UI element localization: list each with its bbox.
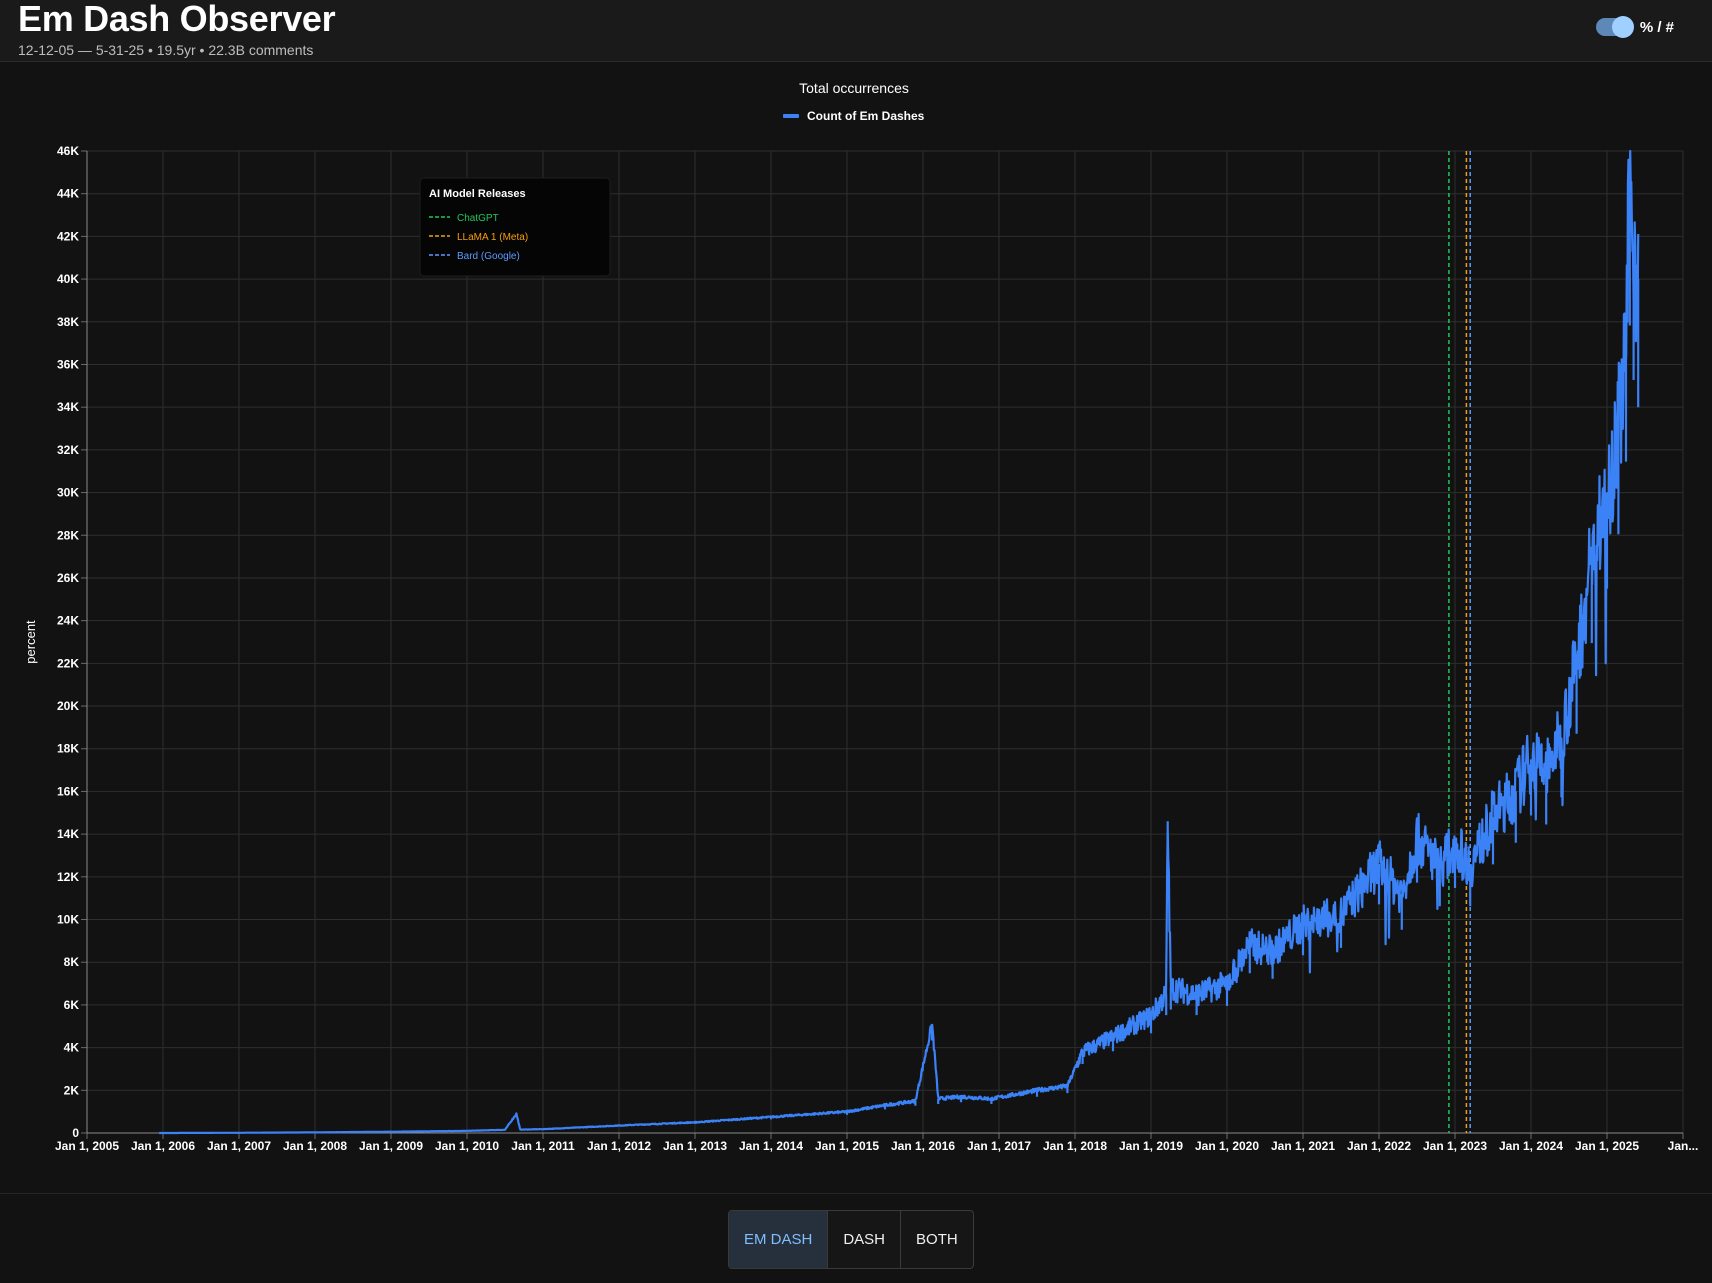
y-tick-label: 8K [64, 955, 80, 969]
x-tick-label: Jan 1, 2012 [587, 1139, 651, 1153]
percent-count-toggle[interactable] [1595, 16, 1634, 38]
y-tick-label: 10K [57, 913, 79, 927]
y-tick-label: 28K [57, 528, 79, 542]
release-legend-title: AI Model Releases [429, 188, 526, 200]
legend-label-count-of-em-dashes: Count of Em Dashes [807, 109, 925, 123]
x-tick-label: Jan 1, 2019 [1119, 1139, 1183, 1153]
y-tick-label: 16K [57, 784, 79, 798]
x-tick-label: Jan 1, 2023 [1423, 1139, 1487, 1153]
x-tick-label: Jan 1, 2013 [663, 1139, 727, 1153]
y-tick-label: 30K [57, 486, 79, 500]
x-tick-label: Jan... [1668, 1139, 1699, 1153]
x-tick-label: Jan 1, 2010 [435, 1139, 499, 1153]
series-line-count-of-em-dashes [158, 149, 1640, 1135]
x-tick-label: Jan 1, 2017 [967, 1139, 1031, 1153]
mode-toggle-group: % / # [1595, 16, 1674, 38]
x-tick-label: Jan 1, 2025 [1575, 1139, 1639, 1153]
toggle-label: % / # [1639, 18, 1674, 36]
x-tick-label: Jan 1, 2022 [1347, 1139, 1411, 1153]
y-tick-label: 12K [57, 870, 79, 884]
y-tick-label: 22K [57, 656, 79, 670]
y-tick-label: 20K [57, 699, 79, 713]
release-legend-label: Bard (Google) [457, 251, 520, 262]
tab-both[interactable]: BOTH [901, 1211, 973, 1268]
chart-title: Total occurrences [799, 80, 909, 96]
x-tick-label: Jan 1, 2008 [283, 1139, 347, 1153]
dataset-summary: 12-12-05 — 5-31-25 • 19.5yr • 22.3B comm… [18, 42, 314, 58]
x-tick-label: Jan 1, 2018 [1043, 1139, 1107, 1153]
tab-dash[interactable]: DASH [828, 1211, 902, 1268]
x-tick-label: Jan 1, 2015 [815, 1139, 879, 1153]
y-tick-label: 14K [57, 827, 79, 841]
release-legend-label: LLaMA 1 (Meta) [457, 232, 528, 243]
y-tick-label: 0 [72, 1126, 79, 1140]
release-legend-label: ChatGPT [457, 213, 499, 224]
y-tick-label: 46K [57, 144, 79, 158]
metric-selector: EM DASH DASH BOTH [728, 1210, 974, 1269]
y-tick-label: 18K [57, 742, 79, 756]
y-tick-label: 24K [57, 614, 79, 628]
x-tick-label: Jan 1, 2020 [1195, 1139, 1259, 1153]
y-tick-label: 26K [57, 571, 79, 585]
x-tick-label: Jan 1, 2021 [1271, 1139, 1335, 1153]
y-tick-label: 42K [57, 229, 79, 243]
x-tick-label: Jan 1, 2006 [131, 1139, 195, 1153]
x-tick-label: Jan 1, 2014 [739, 1139, 803, 1153]
x-tick-label: Jan 1, 2005 [55, 1139, 119, 1153]
x-tick-label: Jan 1, 2024 [1499, 1139, 1563, 1153]
y-tick-label: 4K [64, 1041, 80, 1055]
chart-area: Total occurrences Count of Em Dashes Jan 1… [23, 80, 1699, 1153]
toggle-knob[interactable] [1611, 16, 1634, 38]
y-tick-label: 32K [57, 443, 79, 457]
y-tick-label: 6K [64, 998, 80, 1012]
y-tick-label: 38K [57, 315, 79, 329]
tab-em-dash[interactable]: EM DASH [729, 1211, 829, 1268]
app-title: Em Dash Observer [18, 0, 336, 39]
app-header: Em Dash Observer 12-12-05 — 5-31-25 • 19… [0, 0, 1712, 62]
legend-swatch-count-of-em-dashes[interactable] [783, 114, 799, 118]
y-tick-label: 40K [57, 272, 79, 286]
y-tick-label: 36K [57, 357, 79, 371]
y-tick-label: 44K [57, 187, 79, 201]
y-axis-label: percent [23, 620, 38, 664]
y-tick-label: 2K [64, 1083, 80, 1097]
x-tick-label: Jan 1, 2011 [511, 1139, 575, 1153]
y-tick-label: 34K [57, 400, 79, 414]
x-tick-label: Jan 1, 2016 [891, 1139, 955, 1153]
x-tick-label: Jan 1, 2009 [359, 1139, 423, 1153]
footer-divider [0, 1193, 1712, 1194]
x-tick-label: Jan 1, 2007 [207, 1139, 271, 1153]
